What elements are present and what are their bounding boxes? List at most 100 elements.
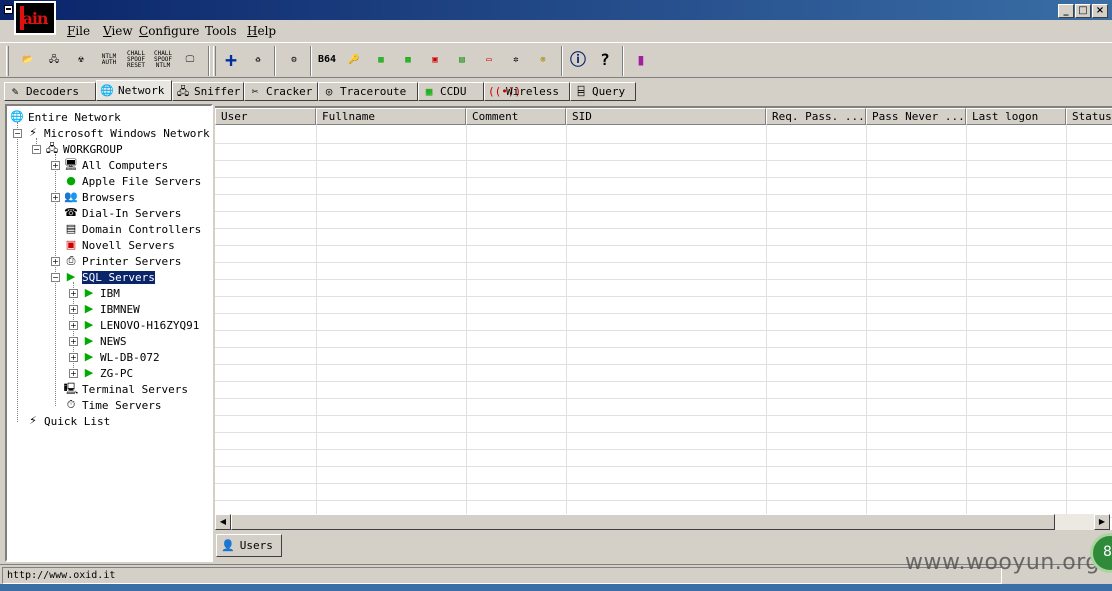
grid-line (215, 296, 1112, 297)
cain-logo: ain (14, 1, 56, 35)
tree-node-domain-controllers[interactable]: ▤ Domain Controllers (63, 221, 201, 237)
tab-decoders[interactable]: ✎ Decoders (4, 82, 96, 101)
network-adapter-icon[interactable]: 🖧 (43, 49, 65, 71)
menu-view[interactable]: View (103, 24, 133, 38)
grid-line (215, 347, 1112, 348)
info-icon[interactable]: ⓘ (567, 49, 589, 71)
network-tree[interactable]: 🌐 Entire Network − ⚡ Microsoft Windows Netw… (5, 104, 213, 562)
sql-server-icon: ▶ (84, 350, 94, 363)
hash-calculator-icon[interactable]: ▦ (370, 49, 392, 71)
tab-bar: ✎ Decoders 🌐 Network 🖧 Sniffer ✂ Cracker ◎ Tr… (0, 80, 1112, 102)
tree-node-sql-lenovo[interactable]: + ▶ LENOVO-H16ZYQ91 (69, 317, 199, 333)
close-button[interactable]: × (1092, 4, 1108, 18)
grid-line (215, 415, 1112, 416)
ntlm-auth-button[interactable]: NTLM AUTH (97, 49, 121, 71)
column-header-pass-never[interactable]: Pass Never ... (866, 108, 966, 125)
tree-node-sql-ibmnew[interactable]: + ▶ IBMNEW (69, 301, 140, 317)
column-header-status[interactable]: Status (1066, 108, 1112, 125)
tab-ccdu[interactable]: ▦ CCDU (418, 82, 484, 101)
lsa-icon[interactable]: ▤ (451, 49, 473, 71)
settings-icon[interactable]: ⚙ (283, 49, 305, 71)
collapse-icon[interactable]: − (13, 128, 22, 138)
system-menu-icon[interactable] (4, 5, 13, 14)
chall-spoof-reset-button[interactable]: CHALL SPOOF RESET (124, 49, 148, 71)
scroll-thumb[interactable] (231, 514, 1055, 530)
menu-help[interactable]: Help (247, 24, 276, 38)
toolbar-separator (310, 46, 312, 76)
tree-node-printer-servers[interactable]: + ⎙ Printer Servers (51, 253, 181, 269)
tree-node-dial-in-servers[interactable]: ☎ Dial-In Servers (63, 205, 181, 221)
tree-node-all-computers[interactable]: + 🖥 All Computers (51, 157, 168, 173)
tree-node-terminal-servers[interactable]: 🖳 Terminal Servers (63, 381, 188, 397)
expand-icon[interactable]: + (51, 192, 60, 202)
terminal-icon: 🖳 (63, 382, 79, 395)
menu-configure[interactable]: Configure (139, 24, 199, 38)
column-header-comment[interactable]: Comment (466, 108, 566, 125)
tree-node-sql-wl-db-072[interactable]: + ▶ WL-DB-072 (69, 349, 160, 365)
monitor-icon[interactable]: 🖵 (179, 49, 201, 71)
scroll-left-button[interactable]: ◀ (215, 514, 231, 530)
tab-traceroute[interactable]: ◎ Traceroute (318, 82, 418, 101)
radiation-icon[interactable]: ☢ (70, 49, 92, 71)
recycle-bin-icon[interactable]: ♻ (247, 49, 269, 71)
collapse-icon[interactable]: − (51, 272, 60, 282)
chall-spoof-ntlm-button[interactable]: CHALL SPOOF NTLM (151, 49, 175, 71)
tree-node-novell-servers[interactable]: ▣ Novell Servers (63, 237, 175, 253)
tree-node-sql-news[interactable]: + ▶ NEWS (69, 333, 127, 349)
rdp-icon[interactable]: ▣ (424, 49, 446, 71)
grid-line (215, 245, 1112, 246)
tree-node-workgroup[interactable]: − 🖧 WORKGROUP (32, 141, 123, 157)
column-header-user[interactable]: User (215, 108, 316, 125)
tree-node-sql-servers[interactable]: − ▶ SQL Servers (51, 269, 156, 285)
column-header-req-pass[interactable]: Req. Pass. ... (766, 108, 866, 125)
add-icon[interactable]: + (220, 49, 242, 71)
network-tools-icon[interactable]: ✲ (505, 49, 527, 71)
exit-icon[interactable]: ▮ (630, 49, 652, 71)
base64-button[interactable]: B64 (316, 49, 338, 71)
key-icon[interactable]: 🔑 (343, 49, 365, 71)
tab-cracker[interactable]: ✂ Cracker (244, 82, 318, 101)
toolbar-grip[interactable] (6, 46, 9, 76)
expand-icon[interactable]: + (69, 368, 78, 378)
tree-node-entire-network[interactable]: 🌐 Entire Network (9, 109, 121, 125)
expand-icon[interactable]: + (69, 336, 78, 346)
minimize-button[interactable]: _ (1058, 4, 1074, 18)
tab-network[interactable]: 🌐 Network (96, 80, 172, 101)
tree-node-quick-list[interactable]: ⚡ Quick List (25, 413, 110, 429)
column-header-sid[interactable]: SID (566, 108, 766, 125)
open-folder-icon[interactable]: 📂 (17, 49, 39, 71)
expand-icon[interactable]: + (69, 352, 78, 362)
collapse-icon[interactable]: − (32, 144, 41, 154)
expand-icon[interactable]: + (51, 256, 60, 266)
vpn-icon[interactable]: ▩ (397, 49, 419, 71)
tree-node-browsers[interactable]: + 👥 Browsers (51, 189, 135, 205)
tab-wireless[interactable]: ((•)) Wireless (484, 82, 570, 101)
toolbar-grip[interactable] (213, 46, 216, 76)
apple-icon: ● (66, 174, 76, 187)
help-icon[interactable]: ? (594, 49, 616, 71)
menu-file[interactable]: File (67, 24, 90, 38)
tree-node-time-servers[interactable]: ⏱ Time Servers (63, 397, 162, 413)
expand-icon[interactable]: + (51, 160, 60, 170)
expand-icon[interactable]: + (69, 304, 78, 314)
menu-tools[interactable]: Tools (205, 24, 237, 38)
tree-node-sql-zg-pc[interactable]: + ▶ ZG-PC (69, 365, 133, 381)
column-header-last-logon[interactable]: Last logon (966, 108, 1066, 125)
tree-node-microsoft-windows-network[interactable]: − ⚡ Microsoft Windows Network (13, 125, 210, 141)
sql-server-icon: ▶ (84, 366, 94, 379)
scroll-right-button[interactable]: ▶ (1094, 514, 1110, 530)
tab-sniffer[interactable]: 🖧 Sniffer (172, 82, 244, 101)
expand-icon[interactable]: + (69, 320, 78, 330)
maximize-button[interactable]: □ (1075, 4, 1091, 18)
tree-node-apple-file-servers[interactable]: ● Apple File Servers (63, 173, 201, 189)
tab-query[interactable]: ⌸ Query (570, 82, 636, 101)
password-icon[interactable]: ⊗ (532, 49, 554, 71)
users-list[interactable]: User Fullname Comment SID Req. Pass. ...… (215, 106, 1112, 530)
box-icon[interactable]: ▭ (478, 49, 500, 71)
users-icon: 👤 (221, 539, 235, 552)
tree-node-sql-ibm[interactable]: + ▶ IBM (69, 285, 120, 301)
column-header-fullname[interactable]: Fullname (316, 108, 466, 125)
expand-icon[interactable]: + (69, 288, 78, 298)
tab-users[interactable]: 👤 Users (216, 534, 282, 557)
horizontal-scrollbar[interactable]: ◀ ▶ (215, 514, 1110, 530)
